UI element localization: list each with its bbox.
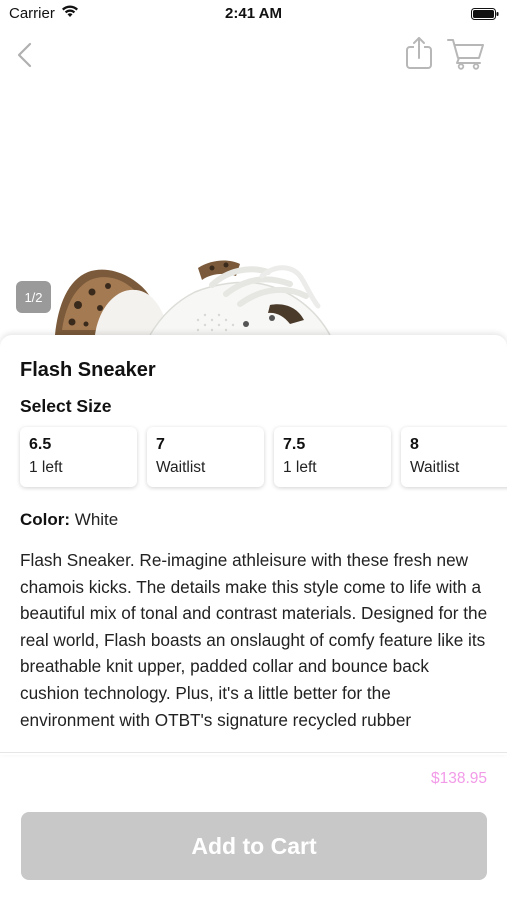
add-to-cart-button[interactable]: Add to Cart [21,812,487,880]
clock: 2:41 AM [225,5,282,22]
price-label: $138.95 [430,770,487,787]
color-value: White [74,510,119,529]
product-title: Flash Sneaker [20,359,156,381]
size-value: 7 [156,436,165,453]
product-detail-screen: Carrier 2:41 AM 1/2 Flash Sneaker Select… [0,0,507,900]
size-value: 7.5 [283,436,306,453]
color-label: Color: [20,510,71,529]
size-stock: Waitlist [156,459,206,476]
color-line: Color: White [20,510,118,530]
size-stock: 1 left [283,459,317,476]
size-heading: Select Size [20,396,112,416]
size-value: 6.5 [29,436,52,453]
image-counter-badge: 1/2 [16,281,51,313]
product-image[interactable] [0,80,507,340]
size-selector: 6.5 1 left 7 Waitlist 7.5 1 left 8 Waitl… [20,427,507,489]
size-option-8[interactable]: 8 Waitlist [401,427,507,487]
size-stock: Waitlist [410,459,460,476]
product-description: Flash Sneaker. Re-imagine athleisure wit… [20,550,488,730]
battery-icon [471,7,499,20]
product-detail-card: Flash Sneaker Select Size 6.5 1 left 7 W… [0,335,507,755]
size-stock: 1 left [29,459,63,476]
footer-divider [0,752,507,753]
size-option-7[interactable]: 7 Waitlist [147,427,264,487]
status-bar: Carrier 2:41 AM [0,0,507,28]
size-value: 8 [410,436,419,453]
size-option-7-5[interactable]: 7.5 1 left [274,427,391,487]
back-chevron-icon[interactable] [10,38,40,70]
cart-icon[interactable] [446,36,486,70]
share-icon[interactable] [404,36,434,70]
size-option-6-5[interactable]: 6.5 1 left [20,427,137,487]
